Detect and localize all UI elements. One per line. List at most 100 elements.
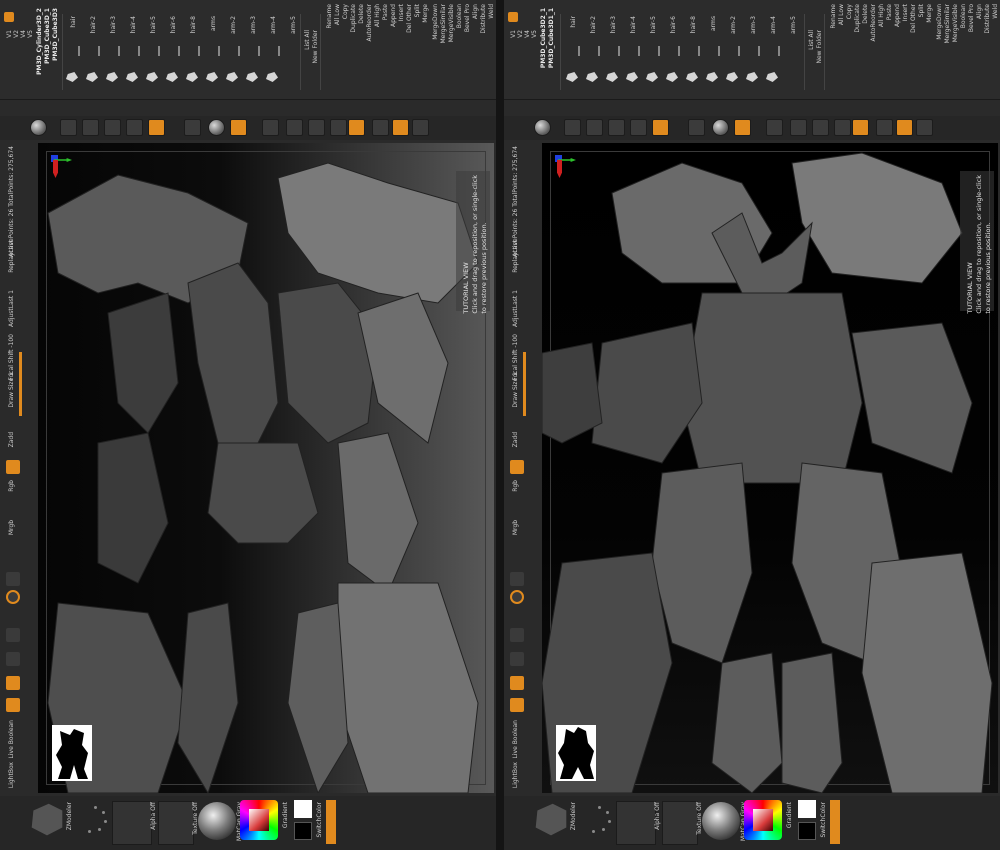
- action-rename[interactable]: Rename: [326, 4, 333, 29]
- symmetry-icon[interactable]: [510, 590, 524, 604]
- action-append[interactable]: Append: [390, 4, 397, 27]
- rotate-mode-icon[interactable]: [6, 652, 20, 666]
- subtool-thumbnail-icon[interactable]: [186, 72, 198, 82]
- action-merge-down[interactable]: MergeDown: [936, 4, 943, 40]
- subtool-thumbnail-icon[interactable]: [566, 72, 578, 82]
- texture-slot[interactable]: [662, 801, 698, 845]
- visibility-toggle[interactable]: [178, 46, 180, 56]
- subtool-thumbnail-icon[interactable]: [206, 72, 218, 82]
- stroke-dots-icon[interactable]: [80, 806, 110, 836]
- zadd-button[interactable]: Zadd: [512, 432, 519, 447]
- subtool-label[interactable]: hair-3: [610, 16, 617, 33]
- move-icon[interactable]: [564, 119, 581, 136]
- subtool-thumbnail-icon[interactable]: [686, 72, 698, 82]
- scale-icon[interactable]: [82, 119, 99, 136]
- subtool-label[interactable]: hair-2: [590, 16, 597, 33]
- secondary-color-swatch[interactable]: [294, 822, 312, 840]
- edit-mode-icon[interactable]: [6, 572, 20, 586]
- move-icon[interactable]: [60, 119, 77, 136]
- view-tab[interactable]: V4: [20, 30, 27, 38]
- action-list-all[interactable]: List All: [304, 30, 311, 50]
- scale-icon[interactable]: [586, 119, 603, 136]
- subtool-label[interactable]: hair-5: [650, 16, 657, 33]
- lock-icon[interactable]: [4, 12, 14, 22]
- visibility-toggle[interactable]: [718, 46, 720, 56]
- subtool-label[interactable]: hair-4: [130, 16, 137, 33]
- action-split[interactable]: Split: [918, 4, 925, 17]
- navigator-thumbnail[interactable]: [52, 725, 92, 781]
- subtool-label[interactable]: arm-5: [290, 16, 297, 34]
- mrgb-button[interactable]: Mrgb: [512, 520, 519, 535]
- action-all-low[interactable]: All Low: [334, 4, 341, 25]
- action-paste[interactable]: Paste: [382, 4, 389, 20]
- action-weld[interactable]: Weld: [488, 4, 495, 19]
- material-sphere[interactable]: [198, 802, 236, 840]
- action-rename[interactable]: Rename: [830, 4, 837, 29]
- alternate-button[interactable]: [830, 800, 840, 844]
- local-icon[interactable]: [330, 119, 347, 136]
- visibility-toggle[interactable]: [278, 46, 280, 56]
- draw-size-slider[interactable]: Draw Size 1: [8, 372, 15, 408]
- visibility-toggle[interactable]: [158, 46, 160, 56]
- lock-icon[interactable]: [508, 12, 518, 22]
- subtool-thumbnail-icon[interactable]: [726, 72, 738, 82]
- action-insert[interactable]: Insert: [902, 4, 909, 21]
- visibility-toggle[interactable]: [218, 46, 220, 56]
- material-sphere[interactable]: [702, 802, 740, 840]
- subtool-thumbnail-icon[interactable]: [126, 72, 138, 82]
- transp-icon[interactable]: [876, 119, 893, 136]
- subtool-label[interactable]: arm-2: [730, 16, 737, 34]
- action-all-low[interactable]: All Low: [838, 4, 845, 25]
- subtool-label[interactable]: arm-5: [790, 16, 797, 34]
- snapshot-icon[interactable]: [688, 119, 705, 136]
- navigator-thumbnail[interactable]: [556, 725, 596, 781]
- subtool-label[interactable]: hair-8: [190, 16, 197, 33]
- subtool-thumbnail-icon[interactable]: [226, 72, 238, 82]
- subtool-label[interactable]: hair-6: [670, 16, 677, 33]
- visibility-toggle[interactable]: [258, 46, 260, 56]
- edit-mode-button[interactable]: [510, 698, 524, 712]
- visibility-toggle[interactable]: [578, 46, 580, 56]
- solo-icon[interactable]: [392, 119, 409, 136]
- lightbox-button[interactable]: LightBox: [8, 762, 15, 788]
- snapshot-icon[interactable]: [184, 119, 201, 136]
- action-new-folder[interactable]: New Folder: [312, 30, 319, 64]
- view-tab[interactable]: V1: [6, 30, 13, 38]
- alternate-button[interactable]: [326, 800, 336, 844]
- visibility-toggle[interactable]: [758, 46, 760, 56]
- subtool-thumbnail-icon[interactable]: [266, 72, 278, 82]
- live-boolean-button[interactable]: Live Boolean: [512, 720, 519, 758]
- main-color-swatch[interactable]: [798, 800, 816, 818]
- gizmo-icon[interactable]: [734, 119, 751, 136]
- visibility-toggle[interactable]: [238, 46, 240, 56]
- action-merge-visible[interactable]: MergeVisible: [448, 4, 455, 42]
- zsub-button[interactable]: [510, 460, 524, 474]
- replay-last-button[interactable]: ReplayLast: [8, 240, 15, 273]
- visibility-toggle[interactable]: [658, 46, 660, 56]
- edit-icon[interactable]: [126, 119, 143, 136]
- edit-icon[interactable]: [630, 119, 647, 136]
- zmodeler-icon[interactable]: [31, 803, 63, 836]
- subtool-thumbnail-icon[interactable]: [66, 72, 78, 82]
- subtool-label[interactable]: arms: [710, 16, 717, 31]
- sphere-brush-icon[interactable]: [534, 119, 551, 136]
- mrgb-button[interactable]: Mrgb: [8, 520, 15, 535]
- action-merge-visible[interactable]: MergeVisible: [952, 4, 959, 42]
- persp-icon[interactable]: [790, 119, 807, 136]
- color-picker[interactable]: [240, 800, 278, 840]
- subtool-thumbnail-icon[interactable]: [626, 72, 638, 82]
- secondary-color-swatch[interactable]: [798, 822, 816, 840]
- visibility-toggle[interactable]: [198, 46, 200, 56]
- action-list-all[interactable]: List All: [808, 30, 815, 50]
- material-sphere-icon[interactable]: [208, 119, 225, 136]
- action-align[interactable]: Align: [976, 4, 983, 19]
- action-all-high[interactable]: All High: [374, 4, 381, 27]
- view-tab[interactable]: V4: [524, 30, 531, 38]
- subtool-thumbnail-icon[interactable]: [766, 72, 778, 82]
- subtool-thumbnail-icon[interactable]: [166, 72, 178, 82]
- view-tab[interactable]: V5: [27, 30, 34, 38]
- subtool-label[interactable]: arm-4: [270, 16, 277, 34]
- action-del-other[interactable]: Del Other: [910, 4, 917, 33]
- zadd-button[interactable]: Zadd: [8, 432, 15, 447]
- visibility-toggle[interactable]: [698, 46, 700, 56]
